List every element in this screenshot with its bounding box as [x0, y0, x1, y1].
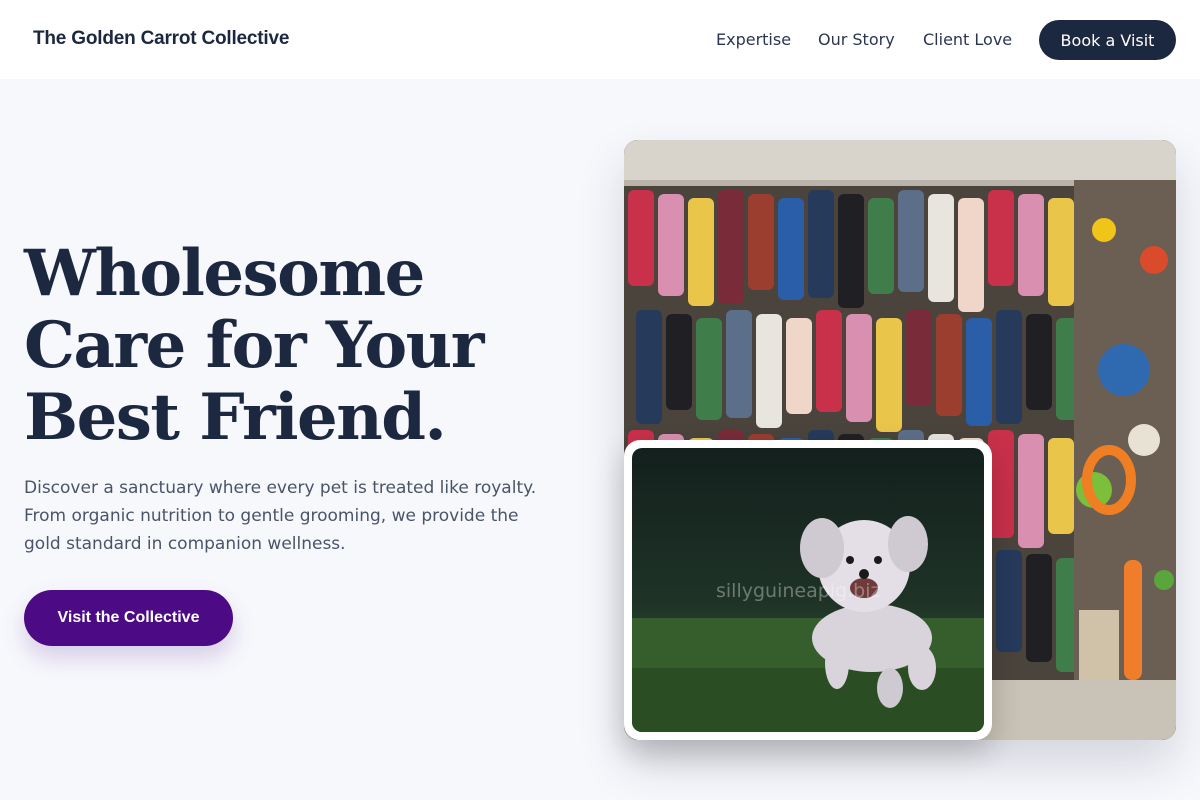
hanging-garment [628, 190, 654, 286]
hanging-garment [838, 194, 864, 308]
hanging-garment [988, 190, 1014, 286]
hanging-garment [808, 190, 834, 298]
hero-subtitle: Discover a sanctuary where every pet is … [24, 474, 564, 558]
hero-subtitle-line: From organic nutrition to gentle groomin… [24, 506, 519, 526]
hanging-garment [996, 550, 1022, 652]
hero-subtitle-line: Discover a sanctuary where every pet is … [24, 478, 537, 498]
hanging-garment [846, 314, 872, 422]
hanging-garment [786, 318, 812, 414]
nav-link-expertise[interactable]: Expertise [716, 30, 791, 49]
hero-subtitle-line: gold standard in companion wellness. [24, 534, 346, 554]
hero-title-line: Care for Your [24, 308, 484, 383]
image-watermark: sillyguineapig.biz [716, 580, 881, 602]
hanging-garment [936, 314, 962, 416]
hanging-garment [748, 194, 774, 290]
hanging-garment [1018, 194, 1044, 296]
hanging-garment [1026, 554, 1052, 662]
hanging-garment [756, 314, 782, 428]
hanging-garment [666, 314, 692, 410]
hanging-garment [996, 310, 1022, 424]
hanging-garment [958, 198, 984, 312]
nav-link-client-love[interactable]: Client Love [923, 30, 1012, 49]
hero-title: Wholesome Care for Your Best Friend. [24, 238, 584, 454]
hanging-garment [868, 198, 894, 294]
hanging-garment [1018, 434, 1044, 548]
hanging-garment [718, 190, 744, 304]
dog-photo-frame: sillyguineapig.biz [624, 440, 992, 740]
hanging-garment [1048, 438, 1074, 534]
hanging-garment [778, 198, 804, 300]
hanging-garment [636, 310, 662, 424]
hanging-garment [726, 310, 752, 418]
hanging-garment [1048, 198, 1074, 306]
book-a-visit-button[interactable]: Book a Visit [1039, 20, 1176, 60]
hanging-garment [816, 310, 842, 412]
hero-title-line: Wholesome [24, 236, 425, 311]
hanging-garment [696, 318, 722, 420]
visit-the-collective-button[interactable]: Visit the Collective [24, 590, 233, 646]
hanging-garment [966, 318, 992, 426]
running-puppy-photo: sillyguineapig.biz [632, 448, 984, 732]
nav-link-our-story[interactable]: Our Story [818, 30, 895, 49]
top-navigation-bar: The Golden Carrot Collective Expertise O… [0, 0, 1200, 79]
hero-title-line: Best Friend. [24, 380, 447, 455]
brand-logo-text[interactable]: The Golden Carrot Collective [33, 28, 289, 50]
hanging-garment [658, 194, 684, 296]
hanging-garment [906, 310, 932, 406]
hanging-garment [1026, 314, 1052, 410]
hanging-garment [928, 194, 954, 302]
hanging-garment [876, 318, 902, 432]
hanging-garment [688, 198, 714, 306]
hanging-garment [898, 190, 924, 292]
